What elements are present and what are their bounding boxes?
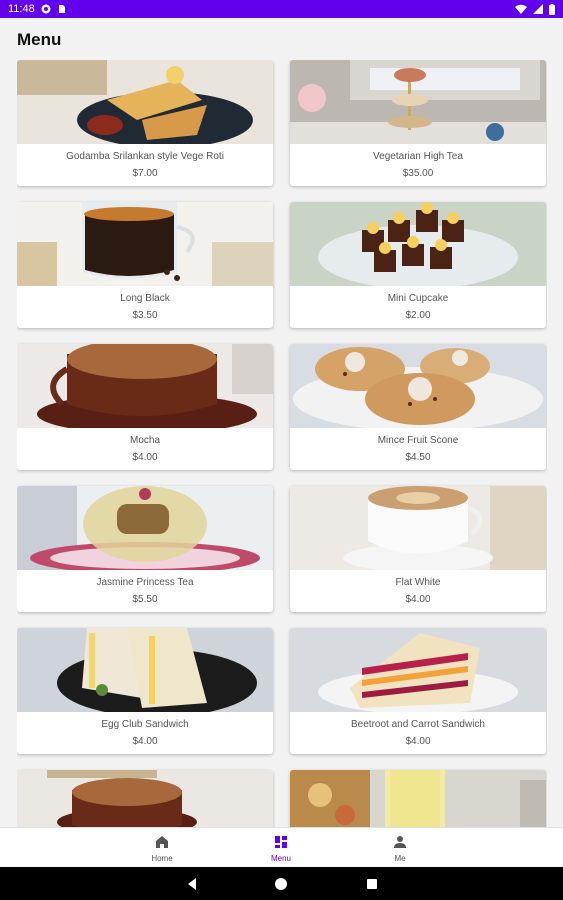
person-icon [394,836,406,848]
menu-item-name: Mince Fruit Scone [377,435,459,446]
menu-item-name: Godamba Srilankan style Vege Roti [66,151,224,162]
signal-icon [533,4,543,14]
menu-item-card[interactable]: Egg Club Sandwich $4.00 [17,628,273,754]
menu-item-name: Vegetarian High Tea [373,151,463,162]
menu-item-image [290,486,546,570]
status-bar: 11:48 [0,0,563,18]
recents-icon[interactable] [364,876,380,892]
menu-item-price: $5.50 [132,594,158,605]
menu-item-card[interactable]: Mince Fruit Scone $4.50 [290,344,546,470]
page-title: Menu [17,30,62,49]
menu-item-price: $4.00 [132,452,158,463]
menu-item-name: Mocha [129,435,160,446]
menu-item-price: $2.00 [405,310,431,321]
menu-item-name: Beetroot and Carrot Sandwich [351,719,485,730]
menu-item-card[interactable]: Jasmine Princess Tea $5.50 [17,486,273,612]
nav-item-menu[interactable]: Menu [241,828,321,868]
wifi-icon [515,4,527,14]
menu-item-price: $4.50 [405,452,431,463]
menu-item-image [17,628,273,712]
nav-item-me[interactable]: Me [360,828,440,868]
menu-item-card[interactable] [290,770,546,827]
menu-grid-icon [275,836,287,848]
menu-item-price: $4.00 [405,594,431,605]
home-button-icon[interactable] [273,876,289,892]
menu-item-name: Long Black [120,293,170,304]
menu-item-image [290,628,546,712]
menu-item-image [17,486,273,570]
home-icon [156,836,168,848]
menu-item-card[interactable] [17,770,273,827]
menu-item-card[interactable]: Vegetarian High Tea $35.00 [290,60,546,186]
notification-icon [41,4,51,14]
menu-item-price: $4.00 [405,736,431,747]
menu-item-card[interactable]: Godamba Srilankan style Vege Roti $7.00 [17,60,273,186]
nav-label: Home [151,854,173,863]
menu-item-image [290,60,546,144]
menu-item-image [17,60,273,144]
menu-item-card[interactable]: Beetroot and Carrot Sandwich $4.00 [290,628,546,754]
menu-item-image [290,202,546,286]
nav-label: Menu [270,854,291,863]
menu-item-price: $7.00 [132,168,158,179]
menu-item-image [17,770,273,827]
menu-item-price: $3.50 [132,310,158,321]
menu-item-price: $4.00 [132,736,158,747]
menu-item-card[interactable]: Flat White $4.00 [290,486,546,612]
battery-icon [549,3,555,15]
menu-item-name: Mini Cupcake [387,293,449,304]
menu-item-price: $35.00 [402,168,434,179]
nav-label: Me [394,854,406,863]
menu-item-name: Egg Club Sandwich [101,719,189,730]
menu-item-card[interactable]: Mini Cupcake $2.00 [290,202,546,328]
bottom-navigation: Home Menu Me [0,827,563,867]
nav-item-home[interactable]: Home [122,828,202,868]
sd-card-icon [58,5,65,13]
menu-item-name: Jasmine Princess Tea [96,577,194,588]
menu-item-card[interactable]: Mocha $4.00 [17,344,273,470]
system-navigation-bar [0,867,563,900]
menu-grid: Godamba Srilankan style Vege Roti $7.00 … [17,60,547,827]
menu-item-image [290,770,546,827]
back-icon[interactable] [184,876,200,892]
menu-item-card[interactable]: Long Black $3.50 [17,202,273,328]
menu-item-image [17,344,273,428]
status-time: 11:48 [8,3,35,15]
menu-item-image [290,344,546,428]
menu-item-name: Flat White [395,577,441,588]
menu-item-image [17,202,273,286]
